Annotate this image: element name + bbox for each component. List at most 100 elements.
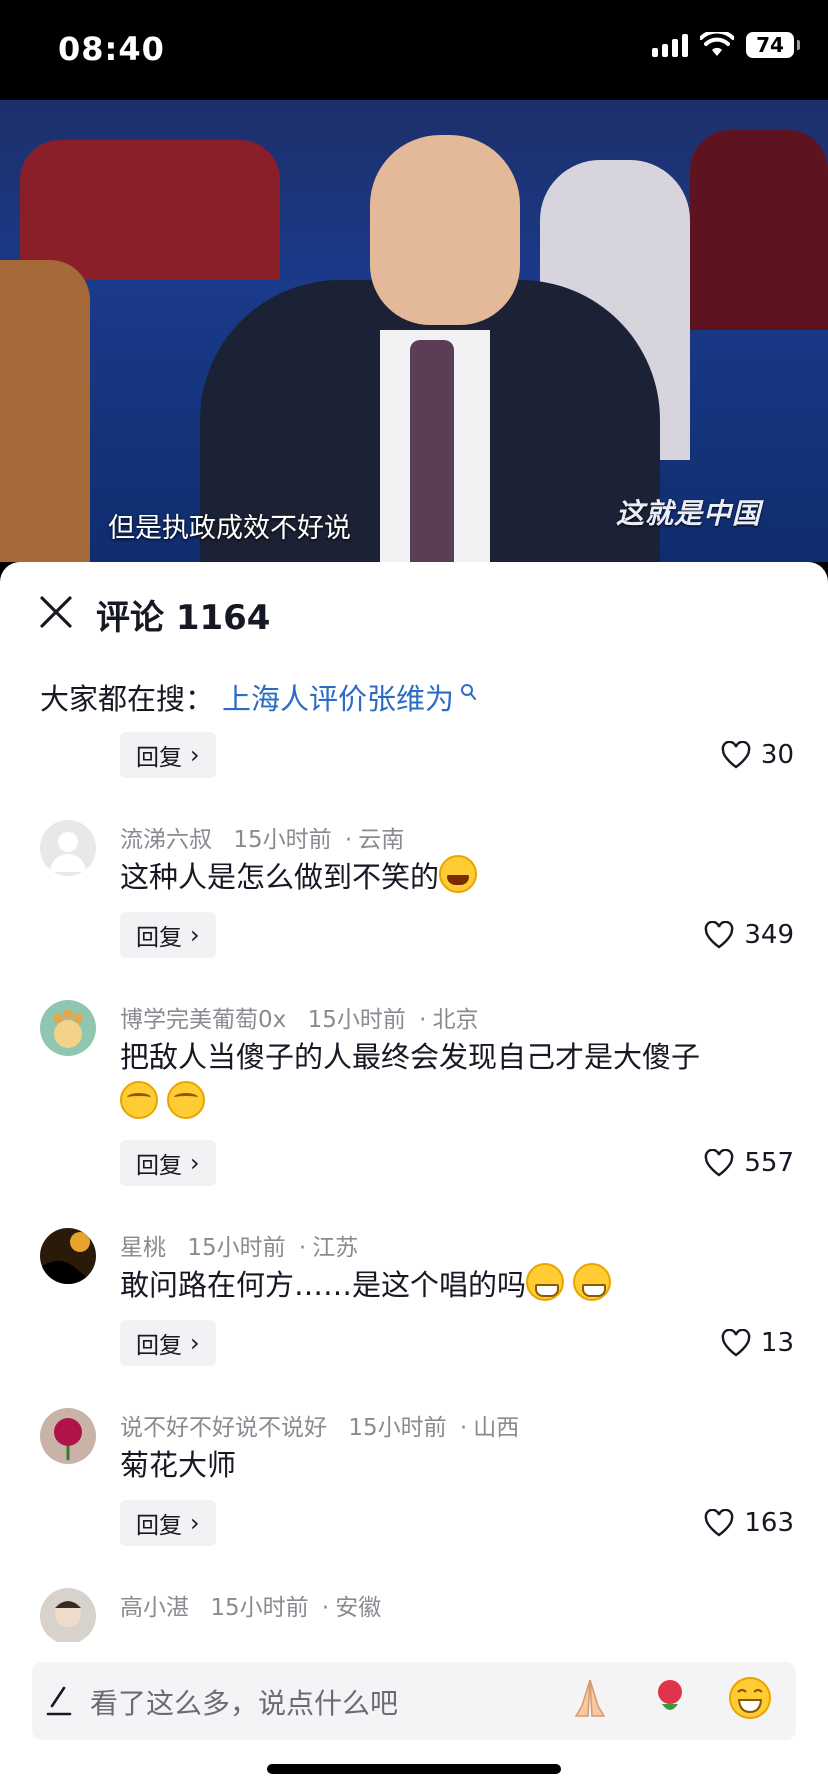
- program-logo: 这就是中国: [616, 497, 762, 530]
- like-button[interactable]: 163: [704, 1508, 794, 1538]
- heart-icon: [705, 921, 734, 949]
- reply-label: 回复: [136, 1153, 182, 1179]
- reply-label: 回复: [136, 1513, 182, 1539]
- comment-body: 敢问路在何方……是这个唱的吗: [120, 1268, 527, 1302]
- folded-hands-emoji-icon[interactable]: [568, 1676, 612, 1720]
- comment-time: 15小时前: [233, 827, 332, 853]
- comment-location: 北京: [432, 1007, 479, 1033]
- comment-text: 敢问路在何方……是这个唱的吗: [120, 1262, 800, 1308]
- comment-meta: 博学完美葡萄0x 15小时前 · 北京: [120, 1007, 479, 1033]
- like-count: 557: [744, 1148, 794, 1178]
- comment-item: 博学完美葡萄0x 15小时前 · 北京 把敌人当傻子的人最终会发现自己才是大傻子 …: [0, 1000, 828, 1220]
- speaker-head: [370, 135, 520, 325]
- status-bar: 08:40 74: [0, 0, 828, 100]
- comment-time: 15小时前: [187, 1235, 286, 1261]
- comment-username[interactable]: 博学完美葡萄0x: [120, 1007, 286, 1033]
- quick-emoji-row: [568, 1676, 772, 1720]
- thinking-emoji-icon: [120, 1081, 158, 1119]
- comment-username[interactable]: 流涕六叔: [120, 827, 212, 853]
- avatar[interactable]: [40, 1000, 96, 1056]
- comments-sheet: 评论 1164 大家都在搜： 上海人评价张维为 回复 › 30 流涕六叔 15小…: [0, 562, 828, 1792]
- audience-figure: [0, 260, 90, 562]
- pen-icon: [46, 1686, 72, 1716]
- avatar[interactable]: [40, 820, 96, 876]
- comment-body: 菊花大师: [120, 1448, 237, 1482]
- grinning-emoji-icon[interactable]: [728, 1676, 772, 1720]
- reply-button[interactable]: 回复 ›: [120, 912, 216, 958]
- comment-location: 江苏: [312, 1235, 359, 1261]
- close-icon[interactable]: [36, 592, 76, 632]
- heart-icon: [705, 1509, 734, 1537]
- comment-body: 这种人是怎么做到不笑的: [120, 860, 440, 894]
- comment-username[interactable]: 高小湛: [120, 1595, 189, 1621]
- reply-label: 回复: [136, 1333, 182, 1359]
- like-count: 163: [744, 1508, 794, 1538]
- comment-input-bar[interactable]: 看了这么多，说点什么吧: [32, 1662, 796, 1740]
- comment-username[interactable]: 星桃: [120, 1235, 166, 1261]
- comment-username[interactable]: 说不好不好说不说好: [120, 1415, 327, 1441]
- comment-meta: 说不好不好说不说好 15小时前 · 山西: [120, 1415, 520, 1441]
- search-icon: [461, 684, 477, 700]
- search-suggestion-link[interactable]: 上海人评价张维为: [222, 676, 454, 718]
- sheet-header: 评论 1164: [0, 562, 828, 662]
- heart-icon: [721, 741, 751, 769]
- like-button[interactable]: 349: [704, 920, 794, 950]
- chevron-right-icon: ›: [190, 921, 200, 949]
- like-count: 349: [744, 920, 794, 950]
- comment-item: 星桃 15小时前 · 江苏 敢问路在何方……是这个唱的吗 回复 › 13: [0, 1228, 828, 1398]
- like-button[interactable]: 30: [721, 740, 794, 770]
- grinning-emoji-icon: [526, 1263, 565, 1301]
- comment-item: 流涕六叔 15小时前 · 云南 这种人是怎么做到不笑的 回复 › 349: [0, 820, 828, 990]
- laughing-emoji-icon: [439, 855, 478, 893]
- comment-time: 15小时前: [307, 1007, 406, 1033]
- video-subtitle: 但是执政成效不好说: [108, 513, 351, 544]
- chevron-right-icon: ›: [190, 1329, 200, 1357]
- heart-icon: [705, 1149, 734, 1177]
- reply-label: 回复: [136, 745, 182, 771]
- avatar[interactable]: [40, 1408, 96, 1464]
- comments-title: 评论 1164: [96, 598, 271, 638]
- status-icons: 74: [652, 32, 800, 58]
- comment-meta: 星桃 15小时前 · 江苏: [120, 1235, 359, 1261]
- search-suggestion: 大家都在搜： 上海人评价张维为: [40, 676, 477, 718]
- comment-input-placeholder[interactable]: 看了这么多，说点什么吧: [90, 1682, 398, 1722]
- comment-text: 这种人是怎么做到不笑的: [120, 854, 800, 900]
- home-indicator[interactable]: [267, 1764, 561, 1774]
- search-hint-label: 大家都在搜：: [40, 682, 215, 716]
- avatar[interactable]: [40, 1228, 96, 1284]
- chevron-right-icon: ›: [190, 1149, 200, 1177]
- video-player[interactable]: 但是执政成效不好说 这就是中国: [0, 100, 828, 562]
- comment-item: 高小湛 15小时前 · 安徽: [0, 1588, 828, 1642]
- thinking-emoji-icon: [167, 1081, 206, 1119]
- like-button[interactable]: 557: [704, 1148, 794, 1178]
- comment-time: 15小时前: [348, 1415, 447, 1441]
- rose-emoji-icon[interactable]: [648, 1676, 692, 1720]
- like-count: 13: [760, 1328, 794, 1358]
- comment-item: 说不好不好说不说好 15小时前 · 山西 菊花大师 回复 › 163: [0, 1408, 828, 1578]
- reply-button[interactable]: 回复 ›: [120, 1320, 216, 1366]
- comment-time: 15小时前: [210, 1595, 309, 1621]
- status-time: 08:40: [58, 30, 165, 68]
- comment-location: 安徽: [335, 1595, 382, 1621]
- cellular-signal-icon: [652, 33, 688, 57]
- comment-list[interactable]: 回复 › 30 流涕六叔 15小时前 · 云南 这种人是怎么做到不笑的 回复 ›…: [0, 732, 828, 1642]
- reply-button[interactable]: 回复 ›: [120, 1140, 216, 1186]
- chevron-right-icon: ›: [190, 741, 200, 769]
- like-count: 30: [760, 740, 794, 770]
- grinning-emoji-icon: [573, 1263, 612, 1301]
- comment-text: 把敌人当傻子的人最终会发现自己才是大傻子: [120, 1034, 800, 1126]
- avatar[interactable]: [40, 1588, 96, 1642]
- comment-location: 山西: [473, 1415, 520, 1441]
- wifi-icon: [700, 32, 734, 56]
- chevron-right-icon: ›: [190, 1509, 200, 1537]
- reply-button[interactable]: 回复 ›: [120, 1500, 216, 1546]
- comment-meta: 流涕六叔 15小时前 · 云南: [120, 827, 405, 853]
- heart-icon: [721, 1329, 751, 1357]
- audience-figure: [20, 140, 280, 280]
- speaker-tie: [410, 340, 454, 562]
- comment-text: 菊花大师: [120, 1442, 800, 1488]
- battery-icon: 74: [746, 32, 800, 58]
- reply-button[interactable]: 回复 ›: [120, 732, 216, 778]
- like-button[interactable]: 13: [721, 1328, 794, 1358]
- comment-meta: 高小湛 15小时前 · 安徽: [120, 1595, 382, 1621]
